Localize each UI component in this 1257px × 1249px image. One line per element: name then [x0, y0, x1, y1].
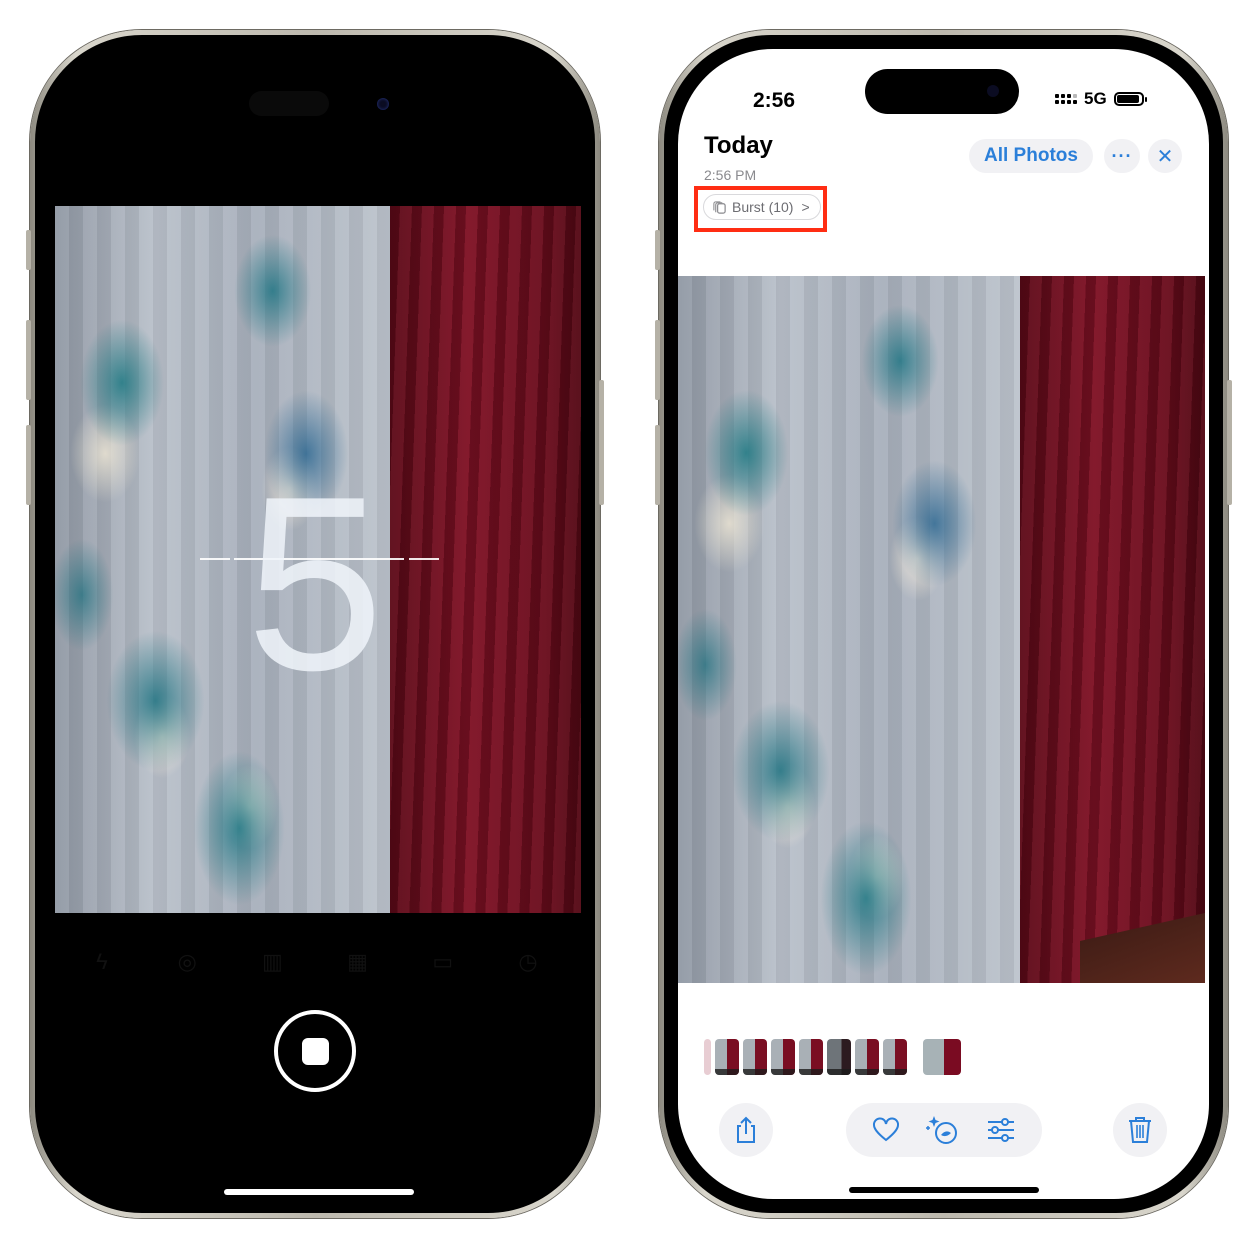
dynamic-island: [249, 91, 329, 116]
timer-icon[interactable]: ◷: [515, 949, 541, 975]
live-photo-icon[interactable]: ◎: [174, 949, 200, 975]
styles-icon[interactable]: ▦: [345, 949, 371, 975]
burst-thumbnail[interactable]: [704, 1039, 711, 1075]
camera-controls-row: ϟ ◎ ▥ ▦ ▭ ◷: [89, 949, 541, 975]
volume-up-button: [26, 320, 31, 400]
action-button: [26, 230, 31, 270]
signal-icon: [1055, 94, 1077, 104]
red-curtain: [1020, 276, 1205, 983]
burst-thumbnail[interactable]: [715, 1039, 739, 1075]
trash-icon: [1129, 1117, 1151, 1143]
burst-photo[interactable]: [678, 276, 1205, 983]
volume-down-button: [26, 425, 31, 505]
share-button[interactable]: [719, 1103, 773, 1157]
photos-screen: 2:56 5G Today 2:56 PM Burst (10) > All P…: [678, 49, 1209, 1199]
highlight-box: [694, 186, 827, 232]
burst-thumbnail[interactable]: [799, 1039, 823, 1075]
photo-time: 2:56 PM: [704, 167, 757, 183]
camera-screen: 5 ϟ ◎ ▥ ▦ ▭ ◷: [49, 49, 581, 1199]
exposure-icon[interactable]: ▥: [259, 949, 285, 975]
home-indicator: [224, 1189, 414, 1195]
status-time: 2:56: [753, 89, 796, 112]
page-title: Today: [704, 132, 773, 159]
front-camera: [377, 98, 389, 110]
aspect-ratio-icon[interactable]: ▭: [430, 949, 456, 975]
side-button: [1227, 380, 1232, 505]
stop-icon: [302, 1038, 329, 1065]
volume-down-button: [655, 425, 660, 505]
burst-thumbnail[interactable]: [771, 1039, 795, 1075]
all-photos-button[interactable]: All Photos: [969, 139, 1093, 173]
shutter-stop-button[interactable]: [274, 1010, 356, 1092]
left-iphone-frame: 5 ϟ ◎ ▥ ▦ ▭ ◷: [26, 30, 604, 1218]
right-iphone-frame: 2:56 5G Today 2:56 PM Burst (10) > All P…: [655, 30, 1232, 1218]
burst-thumbnail-strip[interactable]: [704, 1039, 961, 1075]
share-icon: [737, 1116, 755, 1143]
side-button: [599, 380, 604, 505]
burst-thumbnail[interactable]: [883, 1039, 907, 1075]
floral-curtain: [678, 276, 1020, 983]
home-indicator: [849, 1187, 1039, 1193]
delete-button[interactable]: [1113, 1103, 1167, 1157]
front-camera: [987, 85, 999, 97]
network-type: 5G: [1084, 89, 1107, 108]
adjust-icon[interactable]: [986, 1117, 1016, 1143]
burst-thumbnail[interactable]: [855, 1039, 879, 1075]
status-indicators: 5G: [1055, 89, 1147, 109]
heart-icon[interactable]: [872, 1117, 900, 1143]
action-button: [655, 230, 660, 270]
close-button[interactable]: ✕: [1148, 139, 1182, 173]
burst-thumbnail-selected[interactable]: [923, 1039, 961, 1075]
burst-thumbnail[interactable]: [743, 1039, 767, 1075]
burst-thumbnail[interactable]: [827, 1039, 851, 1075]
clean-up-icon[interactable]: [925, 1114, 961, 1146]
dynamic-island: [865, 69, 1019, 114]
battery-icon: [1113, 92, 1147, 106]
more-button[interactable]: ···: [1104, 139, 1140, 173]
flash-icon[interactable]: ϟ: [89, 949, 115, 975]
timer-countdown: 5: [246, 444, 384, 722]
edit-tools-group: [846, 1103, 1042, 1157]
volume-up-button: [655, 320, 660, 400]
